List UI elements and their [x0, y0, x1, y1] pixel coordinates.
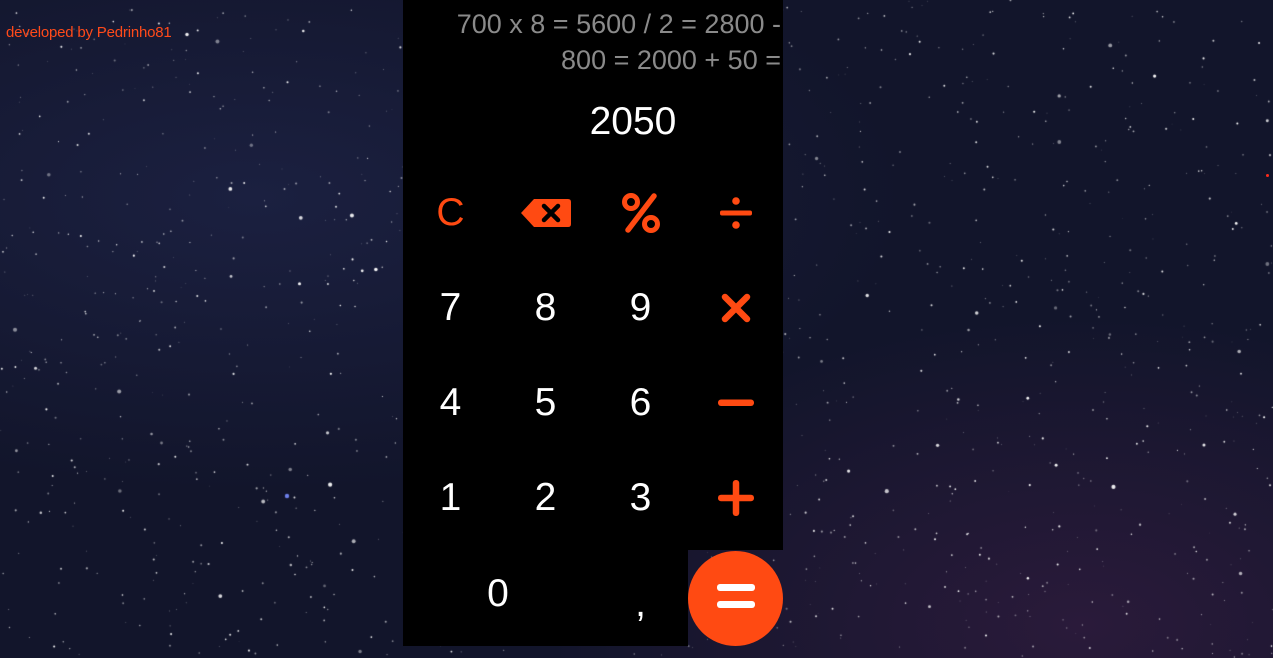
divide-icon: [718, 195, 754, 231]
history-display: 700 x 8 = 5600 / 2 = 2800 - 800 = 2000 +…: [456, 9, 781, 75]
digit-6-button[interactable]: 6: [593, 355, 688, 450]
percent-button[interactable]: [593, 165, 688, 260]
clear-button[interactable]: C: [403, 165, 498, 260]
multiply-icon: [721, 293, 751, 323]
plus-button[interactable]: [688, 450, 783, 545]
backspace-icon: [520, 197, 572, 229]
equals-button[interactable]: [688, 551, 783, 646]
digit-0-button[interactable]: 0: [403, 546, 593, 641]
divide-button[interactable]: [688, 165, 783, 260]
developer-credit: developed by Pedrinho81: [6, 24, 172, 41]
calculator: 700 x 8 = 5600 / 2 = 2800 - 800 = 2000 +…: [403, 0, 783, 658]
plus-icon: [717, 479, 754, 516]
decorative-dot: [1266, 174, 1269, 177]
minus-icon: [717, 398, 754, 408]
backspace-button[interactable]: [498, 165, 593, 260]
result-display: 2050: [589, 100, 677, 143]
equals-icon: [716, 583, 755, 614]
digit-2-button[interactable]: 2: [498, 450, 593, 545]
digit-5-button[interactable]: 5: [498, 355, 593, 450]
minus-button[interactable]: [688, 355, 783, 450]
digit-4-button[interactable]: 4: [403, 355, 498, 450]
comma-button[interactable]: ,: [593, 556, 688, 651]
digit-9-button[interactable]: 9: [593, 260, 688, 355]
percent-icon: [621, 192, 660, 233]
digit-3-button[interactable]: 3: [593, 450, 688, 545]
digit-8-button[interactable]: 8: [498, 260, 593, 355]
digit-1-button[interactable]: 1: [403, 450, 498, 545]
multiply-button[interactable]: [688, 260, 783, 355]
digit-7-button[interactable]: 7: [403, 260, 498, 355]
